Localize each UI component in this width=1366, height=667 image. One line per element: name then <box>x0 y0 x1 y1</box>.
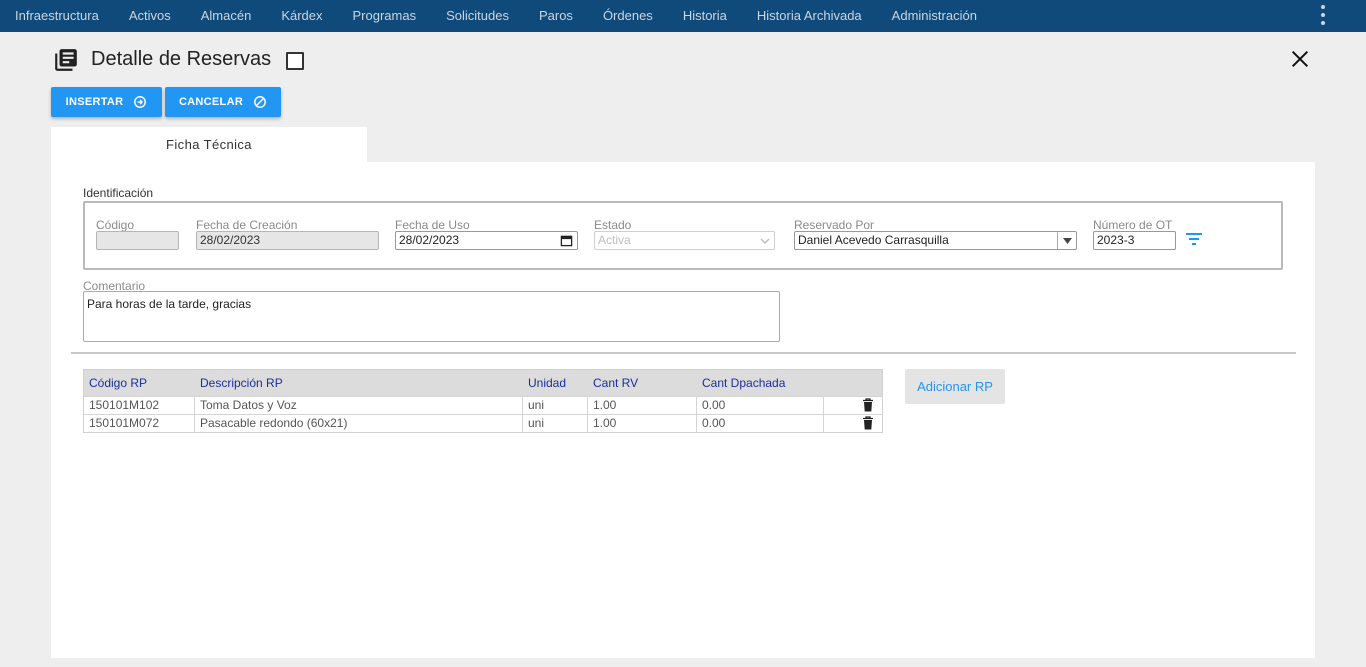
nav-item-paros[interactable]: Paros <box>524 0 588 32</box>
cell-codigo-rp: 150101M102 <box>84 397 195 414</box>
cell-codigo-rp: 150101M072 <box>84 415 195 432</box>
nav-item-programas[interactable]: Programas <box>338 0 432 32</box>
caret-down-icon <box>1062 237 1072 244</box>
header-actions <box>824 370 882 396</box>
cancel-button[interactable]: CANCELAR <box>165 87 281 117</box>
header-unidad[interactable]: Unidad <box>523 370 588 396</box>
tab-ficha-tecnica[interactable]: Ficha Técnica <box>51 127 367 163</box>
codigo-input <box>96 231 179 250</box>
header-cant-dpachada[interactable]: Cant Dpachada <box>697 370 824 396</box>
estado-label: Estado <box>594 218 632 232</box>
add-rp-button[interactable]: Adicionar RP <box>905 369 1005 404</box>
chevron-down-icon <box>760 238 770 244</box>
fecha-uso-input[interactable]: 28/02/2023 <box>395 231 578 250</box>
cell-cant-rv: 1.00 <box>588 397 697 414</box>
cell-cant-dpachada: 0.00 <box>697 415 824 432</box>
section-label-identificacion: Identificación <box>83 186 154 200</box>
table-row[interactable]: 150101M072 Pasacable redondo (60x21) uni… <box>84 414 882 432</box>
estado-value: Activa <box>598 233 631 247</box>
header-descripcion-rp[interactable]: Descripción RP <box>195 370 523 396</box>
page-title: Detalle de Reservas <box>91 48 272 70</box>
cell-actions <box>824 397 882 414</box>
reservado-por-label: Reservado Por <box>794 218 875 232</box>
cell-descripcion-rp: Toma Datos y Voz <box>195 397 523 414</box>
reservado-por-value: Daniel Acevedo Carrasquilla <box>798 233 949 247</box>
cell-actions <box>824 415 882 432</box>
nav-item-historia[interactable]: Historia <box>668 0 742 32</box>
close-icon[interactable] <box>1289 48 1311 70</box>
nav-item-infraestructura[interactable]: Infraestructura <box>0 0 114 32</box>
fecha-creacion-input: 28/02/2023 <box>196 231 379 250</box>
estado-select: Activa <box>594 231 775 250</box>
nav-item-historia-archivada[interactable]: Historia Archivada <box>742 0 877 32</box>
cancel-button-label: CANCELAR <box>178 96 244 108</box>
nav-item-administracion[interactable]: Administración <box>877 0 992 32</box>
filter-icon[interactable] <box>1184 230 1204 248</box>
header-cant-rv[interactable]: Cant RV <box>588 370 697 396</box>
cell-descripcion-rp: Pasacable redondo (60x21) <box>195 415 523 432</box>
add-circle-icon <box>134 96 147 108</box>
cell-unidad: uni <box>523 415 588 432</box>
cell-cant-rv: 1.00 <box>588 415 697 432</box>
fecha-uso-label: Fecha de Uso <box>395 218 470 232</box>
nav-item-kardex[interactable]: Kárdex <box>266 0 337 32</box>
nav-item-ordenes[interactable]: Órdenes <box>588 0 668 32</box>
fecha-creacion-value: 28/02/2023 <box>200 233 261 247</box>
more-vert-icon[interactable] <box>1320 5 1326 25</box>
table-header: Código RP Descripción RP Unidad Cant RV … <box>84 370 882 396</box>
reservado-por-select[interactable]: Daniel Acevedo Carrasquilla <box>794 231 1077 250</box>
calendar-icon[interactable] <box>560 234 573 247</box>
reservado-por-dropdown-button[interactable] <box>1057 232 1076 249</box>
checkbox-icon[interactable] <box>286 52 304 70</box>
numero-ot-input[interactable]: 2023-3 <box>1093 231 1176 250</box>
insert-button-label: INSERTAR <box>65 96 124 108</box>
codigo-label: Código <box>96 218 135 232</box>
reservas-table: Código RP Descripción RP Unidad Cant RV … <box>83 369 883 433</box>
trash-icon[interactable] <box>862 416 874 430</box>
nav-item-activos[interactable]: Activos <box>114 0 186 32</box>
insert-button[interactable]: INSERTAR <box>51 87 162 117</box>
nav-item-almacen[interactable]: Almacén <box>186 0 267 32</box>
numero-ot-label: Número de OT <box>1093 218 1173 232</box>
fecha-uso-value: 28/02/2023 <box>399 233 460 247</box>
nav-item-solicitudes[interactable]: Solicitudes <box>431 0 524 32</box>
table-row[interactable]: 150101M102 Toma Datos y Voz uni 1.00 0.0… <box>84 396 882 414</box>
header-codigo-rp[interactable]: Código RP <box>84 370 195 396</box>
top-nav: Infraestructura Activos Almacén Kárdex P… <box>0 0 1366 32</box>
trash-icon[interactable] <box>862 398 874 412</box>
section-divider <box>71 352 1296 354</box>
cell-unidad: uni <box>523 397 588 414</box>
comentario-textarea[interactable]: Para horas de la tarde, gracias <box>83 291 780 342</box>
document-list-icon <box>55 49 77 71</box>
cancel-circle-icon <box>254 96 267 108</box>
fecha-creacion-label: Fecha de Creación <box>196 218 298 232</box>
cell-cant-dpachada: 0.00 <box>697 397 824 414</box>
